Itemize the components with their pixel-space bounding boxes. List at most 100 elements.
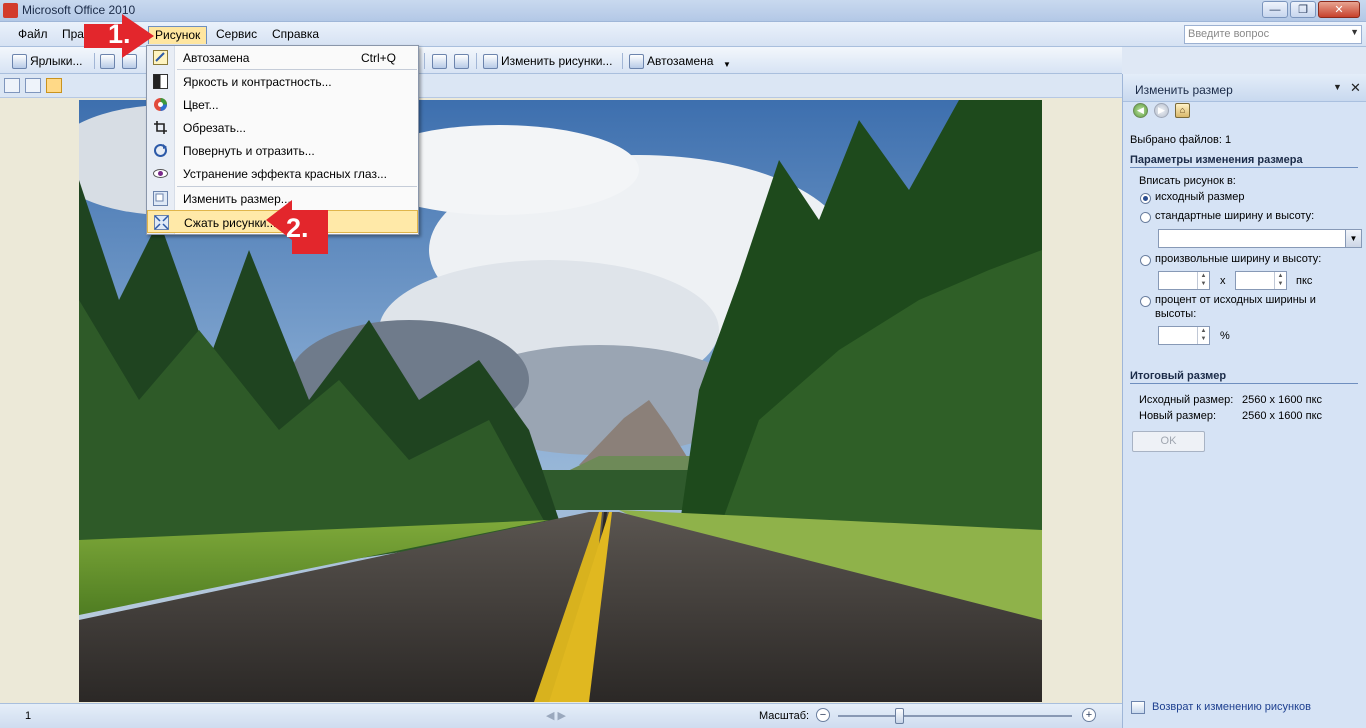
step-2-label: 2. [286,213,309,243]
radio-standard-size[interactable] [1140,212,1151,223]
menu-help[interactable]: Справка [266,26,325,44]
menu-item-red-eye[interactable]: Устранение эффекта красных глаз... [147,162,418,185]
original-size-label: Исходный размер: [1139,394,1234,406]
rotate-left-icon [432,53,447,69]
task-pane-navigation: ◀ ▶ ⌂ [1133,103,1190,118]
spinner-arrows-icon[interactable]: ▲ ▼ [1274,272,1286,289]
rotate-right-icon [454,53,469,69]
shortcuts-icon [12,53,27,69]
forward-arrow-icon[interactable]: ▶ [1154,103,1169,118]
close-button[interactable]: ✕ [1318,1,1360,18]
task-pane-header: Изменить размер ▼ ✕ [1123,74,1366,102]
fit-picture-label: Вписать рисунок в: [1139,175,1236,187]
chevron-down-icon[interactable]: ▼ [1345,230,1361,247]
edit-pictures-icon [483,53,498,69]
menu-item-brightness-contrast[interactable]: Яркость и контрастность... [147,70,418,93]
shortcuts-label: Ярлыки... [30,54,83,68]
selected-files-count: Выбрано файлов: 1 [1130,134,1232,146]
maximize-button[interactable]: ❐ [1290,1,1316,18]
resize-params-heading: Параметры изменения размера [1130,154,1358,168]
minimize-button[interactable]: — [1262,1,1288,18]
red-eye-icon [153,169,168,178]
task-pane-menu-chevron-icon[interactable]: ▼ [1333,82,1342,92]
office-app-icon [3,3,18,18]
result-size-heading: Итоговый размер [1130,370,1358,384]
custom-width-input[interactable]: ▲ ▼ [1158,271,1210,290]
back-arrow-icon[interactable]: ◀ [1133,103,1148,118]
menu-item-shortcut: Ctrl+Q [360,51,396,65]
menu-item-label: Автозамена [183,51,250,65]
ask-question-input[interactable]: Введите вопрос ▼ [1184,25,1362,44]
zoom-in-icon[interactable]: + [1082,708,1096,722]
rotate-left-button[interactable] [432,52,447,70]
color-wheel-icon [154,98,167,111]
menu-item-rotate-flip[interactable]: Повернуть и отразить... [147,139,418,162]
option-standard-size-label: стандартные ширину и высоту: [1155,210,1315,222]
menu-item-color[interactable]: Цвет... [147,93,418,116]
window-controls: — ❐ ✕ [1262,1,1360,18]
menu-bar: Файл Пра Рисунок Сервис Справка Введите … [0,22,1366,47]
menu-item-crop[interactable]: Обрезать... [147,116,418,139]
option-percent-size-label: процент от исходных ширины и [1155,294,1316,306]
thumbnail-view-icon[interactable] [4,78,20,93]
menu-item-label: Повернуть и отразить... [183,144,315,158]
menu-picture[interactable]: Рисунок [148,26,208,44]
picture-nav-arrows[interactable]: ◀ ▶ [546,709,566,722]
times-sign: x [1220,275,1226,287]
menu-file[interactable]: Файл [12,26,54,44]
zoom-label: Масштаб: [759,710,810,722]
status-bar: 1 ◀ ▶ Масштаб: − + [0,703,1122,728]
chevron-down-icon[interactable]: ▼ [1350,27,1359,37]
page-number: 1 [25,710,32,722]
ok-button[interactable]: OK [1132,431,1205,452]
ask-question-placeholder: Введите вопрос [1188,28,1270,40]
menu-item-label: Обрезать... [183,121,246,135]
title-bar: Microsoft Office 2010 — ❐ ✕ [0,0,1366,22]
rotate-right-button[interactable] [454,52,469,70]
menu-item-label: Устранение эффекта красных глаз... [183,167,387,181]
spinner-arrows-icon[interactable]: ▲ ▼ [1197,327,1209,344]
single-picture-view-icon[interactable] [46,78,62,93]
resize-icon [153,191,168,206]
zoom-slider-thumb[interactable] [894,708,904,724]
menu-item-label: Цвет... [183,98,219,112]
option-percent-size-label-line2: высоты: [1155,308,1197,320]
pixels-unit: пкс [1296,275,1313,287]
percent-input[interactable]: ▲ ▼ [1158,326,1210,345]
task-pane-title: Изменить размер [1135,83,1233,97]
edit-pictures-label: Изменить рисунки... [501,54,613,68]
shortcuts-button[interactable]: Ярлыки... [12,52,83,70]
back-to-edit-pictures-link[interactable]: Возврат к изменению рисунков [1152,701,1311,713]
spinner-arrows-icon[interactable]: ▲ ▼ [1197,272,1209,289]
compress-pictures-icon [154,215,169,230]
edit-pictures-icon [1131,701,1145,714]
task-pane-close-icon[interactable]: ✕ [1350,80,1361,96]
option-custom-size-label: произвольные ширину и высоту: [1155,253,1322,265]
new-size-label: Новый размер: [1139,410,1217,422]
toolbar-separator [424,53,425,69]
home-icon[interactable]: ⌂ [1175,103,1190,118]
standard-size-select[interactable]: ▼ [1158,229,1362,248]
radio-percent-size[interactable] [1140,296,1151,307]
zoom-out-icon[interactable]: − [816,708,830,722]
crop-icon [154,121,167,134]
autocorrect-icon [629,53,644,69]
menu-item-autocorrect[interactable]: Автозамена Ctrl+Q [147,46,418,69]
autocorrect-label: Автозамена [647,54,714,68]
menu-tools[interactable]: Сервис [210,26,263,44]
option-original-size-label: исходный размер [1155,191,1245,203]
custom-height-input[interactable]: ▲ ▼ [1235,271,1287,290]
edit-pictures-button[interactable]: Изменить рисунки... [483,52,612,70]
autocorrect-toolbar-button[interactable]: Автозамена [629,52,713,70]
brightness-contrast-icon [153,74,168,89]
new-size-value: 2560 x 1600 пкс [1242,410,1323,422]
filmstrip-view-icon[interactable] [25,78,41,93]
toolbar-separator [476,53,477,69]
radio-original-size[interactable] [1140,193,1151,204]
rotate-flip-icon [154,144,167,157]
menu-item-label: Сжать рисунки... [184,216,277,230]
menu-item-label: Яркость и контрастность... [183,75,332,89]
toolbar-options-chevron-icon[interactable]: ▼ [723,55,731,73]
zoom-slider[interactable] [838,715,1072,717]
radio-custom-size[interactable] [1140,255,1151,266]
